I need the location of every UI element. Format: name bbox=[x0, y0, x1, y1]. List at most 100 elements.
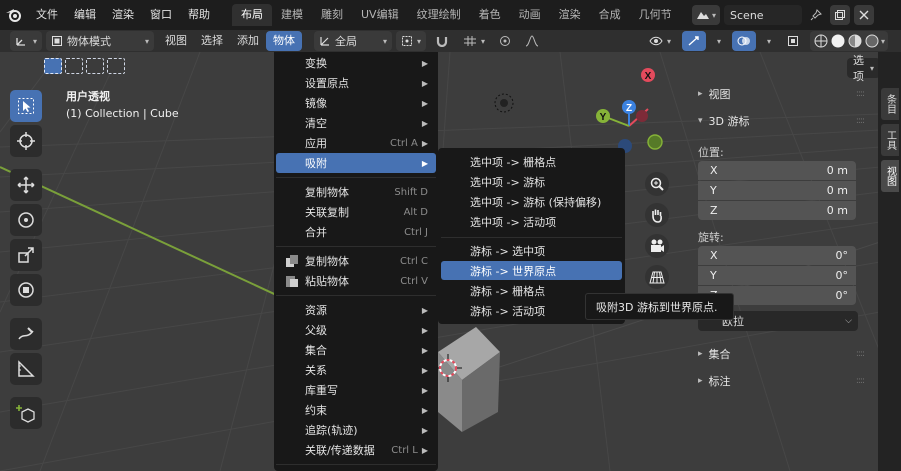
shading-dropdown-icon[interactable]: ▾ bbox=[881, 37, 885, 46]
pin-icon[interactable] bbox=[806, 5, 826, 25]
tab-texture-paint[interactable]: 纹理绘制 bbox=[408, 4, 470, 26]
new-scene-icon[interactable] bbox=[830, 5, 850, 25]
menu-item-asset[interactable]: 资源 ▶ bbox=[276, 300, 436, 320]
submenu-arrow-icon: ▶ bbox=[421, 118, 428, 128]
menu-item-join[interactable]: 合并 Ctrl J bbox=[276, 222, 436, 242]
tab-view[interactable]: 视图 bbox=[881, 160, 899, 192]
cursor-rotation-y-field[interactable]: Y 0° bbox=[698, 266, 856, 285]
tab-layout[interactable]: 布局 bbox=[232, 4, 272, 26]
menu-file[interactable]: 文件 bbox=[28, 0, 66, 30]
menu-view[interactable]: 视图 bbox=[158, 31, 194, 51]
measure-tool[interactable] bbox=[10, 353, 42, 385]
menu-add[interactable]: 添加 bbox=[230, 31, 266, 51]
menu-item-duplicate[interactable]: 复制物体 Shift D bbox=[276, 182, 436, 202]
snap-selection-to-grid[interactable]: 选中项 -> 栅格点 bbox=[441, 152, 622, 171]
menu-object[interactable]: 物体 bbox=[266, 31, 303, 51]
menu-item-duplicate-linked[interactable]: 关联复制 Alt D bbox=[276, 202, 436, 222]
menu-item-track[interactable]: 追踪(轨迹) ▶ bbox=[276, 420, 436, 440]
section-view-header[interactable]: ▸ 视图 :::: bbox=[692, 86, 876, 102]
annotate-tool[interactable] bbox=[10, 318, 42, 350]
camera-view-button[interactable] bbox=[645, 234, 669, 258]
scene-browse-button[interactable]: ▾ bbox=[692, 5, 721, 25]
zoom-button[interactable] bbox=[645, 172, 669, 196]
cursor-tool[interactable] bbox=[10, 125, 42, 157]
snap-toggle[interactable] bbox=[430, 31, 454, 51]
editor-type-button[interactable]: ▾ bbox=[10, 31, 43, 51]
select-intersect-button[interactable] bbox=[107, 58, 125, 74]
menu-item-clear[interactable]: 清空 ▶ bbox=[276, 113, 436, 133]
pan-button[interactable] bbox=[645, 203, 669, 227]
select-subtract-button[interactable] bbox=[86, 58, 104, 74]
submenu-arrow-icon: ▶ bbox=[421, 98, 428, 108]
scale-tool[interactable] bbox=[10, 239, 42, 271]
menu-item-link-transfer-data[interactable]: 关联/传递数据 Ctrl L ▶ bbox=[276, 440, 436, 460]
tab-compositing[interactable]: 合成 bbox=[590, 4, 630, 26]
section-3d-cursor-header[interactable]: ▾ 3D 游标 :::: bbox=[692, 113, 876, 129]
snap-target-button[interactable]: ▾ bbox=[458, 31, 490, 51]
rotate-tool[interactable] bbox=[10, 204, 42, 236]
menu-item-mirror[interactable]: 镜像 ▶ bbox=[276, 93, 436, 113]
menu-edit[interactable]: 编辑 bbox=[66, 0, 104, 30]
tab-modeling[interactable]: 建模 bbox=[272, 4, 312, 26]
transform-orientation-select[interactable]: 全局 ▾ bbox=[314, 31, 393, 51]
add-cube-tool[interactable] bbox=[10, 397, 42, 429]
proportional-edit-toggle[interactable] bbox=[494, 31, 516, 51]
tab-sculpting[interactable]: 雕刻 bbox=[312, 4, 352, 26]
tab-geometry-nodes[interactable]: 几何节 bbox=[630, 4, 681, 26]
drag-handle-icon[interactable]: :::: bbox=[856, 349, 865, 359]
scene-name-field[interactable]: Scene bbox=[724, 5, 802, 25]
menu-render[interactable]: 渲染 bbox=[104, 0, 142, 30]
drag-handle-icon[interactable]: :::: bbox=[856, 376, 865, 386]
blender-logo-icon[interactable] bbox=[0, 0, 28, 30]
snap-selection-to-cursor-keep-offset[interactable]: 选中项 -> 游标 (保持偏移) bbox=[441, 192, 622, 211]
perspective-toggle-button[interactable] bbox=[645, 265, 669, 289]
pivot-point-button[interactable]: ▾ bbox=[396, 31, 427, 51]
tab-tool[interactable]: 工具 bbox=[881, 124, 899, 156]
cursor-location-y-field[interactable]: Y 0 m bbox=[698, 181, 856, 200]
snap-selection-to-cursor[interactable]: 选中项 -> 游标 bbox=[441, 172, 622, 191]
navigation-gizmo bbox=[645, 172, 669, 289]
menu-item-set-origin[interactable]: 设置原点 ▶ bbox=[276, 73, 436, 93]
delete-scene-icon[interactable] bbox=[854, 5, 874, 25]
visibility-button[interactable]: ▾ bbox=[644, 31, 676, 51]
menu-item-transform[interactable]: 变换 ▶ bbox=[276, 53, 436, 73]
menu-item-relations[interactable]: 关系 ▶ bbox=[276, 360, 436, 380]
menu-item-parent[interactable]: 父级 ▶ bbox=[276, 320, 436, 340]
transform-tool[interactable] bbox=[10, 274, 42, 306]
select-new-button[interactable] bbox=[44, 58, 62, 74]
menu-item-library-override[interactable]: 库重写 ▶ bbox=[276, 380, 436, 400]
light-object bbox=[494, 93, 514, 113]
falloff-button[interactable] bbox=[520, 31, 544, 51]
tab-shading[interactable]: 着色 bbox=[470, 4, 510, 26]
menu-window[interactable]: 窗口 bbox=[142, 0, 180, 30]
menu-item-snap[interactable]: 吸附 ▶ bbox=[276, 153, 436, 173]
cursor-location-z-field[interactable]: Z 0 m bbox=[698, 201, 856, 220]
cursor-location-x-field[interactable]: X 0 m bbox=[698, 161, 856, 180]
section-annotation-header[interactable]: ▸ 标注 :::: bbox=[692, 373, 876, 389]
snap-cursor-to-selected[interactable]: 游标 -> 选中项 bbox=[441, 241, 622, 260]
menu-item-collection[interactable]: 集合 ▶ bbox=[276, 340, 436, 360]
select-extend-button[interactable] bbox=[65, 58, 83, 74]
tab-uv-editing[interactable]: UV编辑 bbox=[352, 4, 408, 26]
menu-help[interactable]: 帮助 bbox=[180, 0, 218, 30]
move-tool[interactable] bbox=[10, 169, 42, 201]
tab-animation[interactable]: 动画 bbox=[510, 4, 550, 26]
snap-cursor-to-world-origin[interactable]: 游标 -> 世界原点 bbox=[441, 261, 622, 280]
section-collection-header[interactable]: ▸ 集合 :::: bbox=[692, 346, 876, 362]
menu-item-paste-objects[interactable]: 粘贴物体 Ctrl V bbox=[276, 271, 436, 291]
drag-handle-icon[interactable]: :::: bbox=[856, 116, 865, 126]
mode-select[interactable]: 物体模式 ▾ bbox=[46, 31, 155, 51]
menu-item-apply[interactable]: 应用 Ctrl A ▶ bbox=[276, 133, 436, 153]
menu-item-copy-objects[interactable]: 复制物体 Ctrl C bbox=[276, 251, 436, 271]
menu-item-constraint[interactable]: 约束 ▶ bbox=[276, 400, 436, 420]
magnet-icon bbox=[436, 37, 448, 47]
select-box-tool[interactable] bbox=[10, 90, 42, 122]
snap-selection-to-active[interactable]: 选中项 -> 活动项 bbox=[441, 212, 622, 231]
tab-rendering[interactable]: 渲染 bbox=[550, 4, 590, 26]
menu-item-label: 设置原点 bbox=[305, 77, 349, 90]
snap-grid-icon bbox=[464, 36, 477, 46]
cursor-rotation-x-field[interactable]: X 0° bbox=[698, 246, 856, 265]
drag-handle-icon[interactable]: :::: bbox=[856, 89, 865, 99]
tab-item[interactable]: 条目 bbox=[881, 88, 899, 120]
menu-select[interactable]: 选择 bbox=[194, 31, 230, 51]
